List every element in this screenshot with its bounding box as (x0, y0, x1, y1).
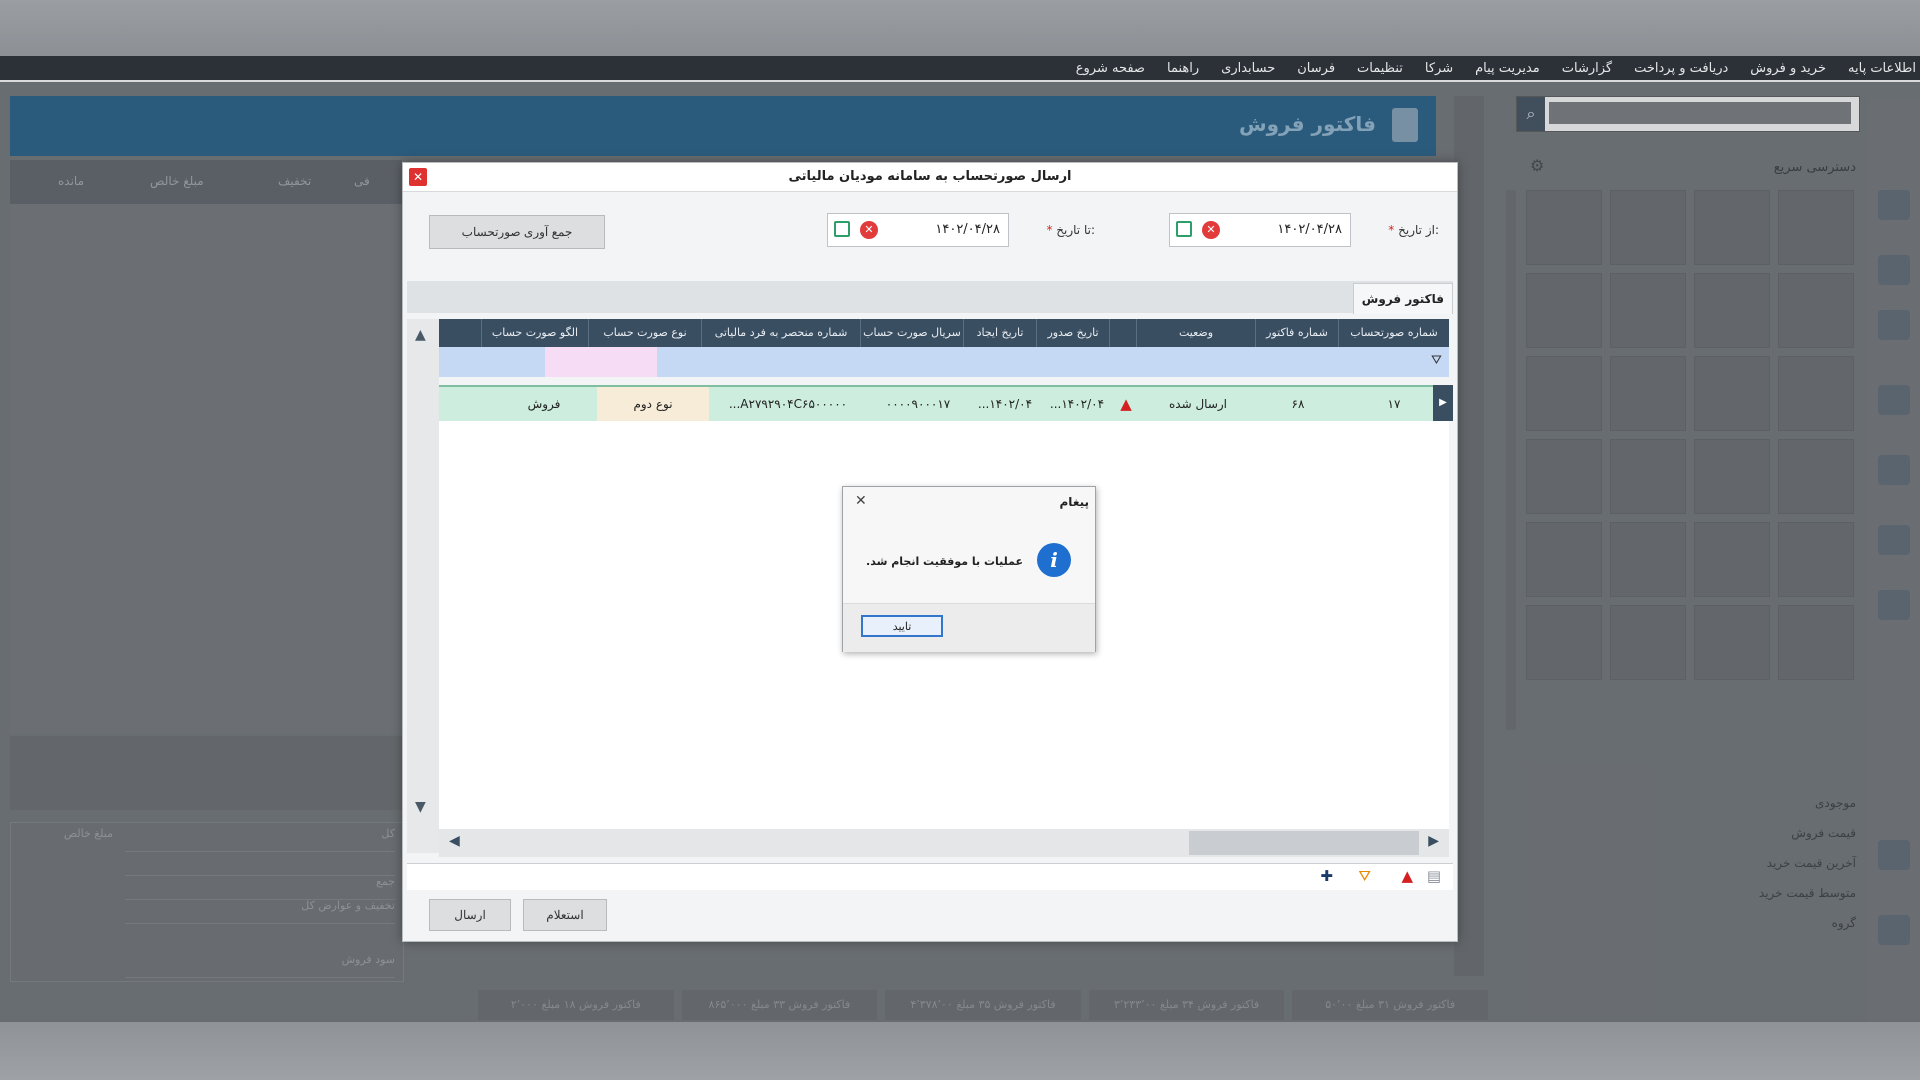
filter-icon[interactable]: ⛛ (1431, 353, 1447, 369)
menu-item-help[interactable]: راهنما (1167, 61, 1199, 76)
close-icon[interactable]: ✕ (855, 493, 867, 509)
tab-sales-invoice[interactable]: فاکتور فروش (1352, 283, 1453, 314)
table-row[interactable]: ۱۷ ۶۸ ارسال شده ▲ ...۱۴۰۲/۰۴ ...۱۴۰۲/۰۴ … (439, 385, 1449, 421)
cell-serial: ۰۰۰۰۹۰۰۰۱۷ (885, 397, 951, 411)
from-date-label: * از تاریخ: (1388, 223, 1439, 237)
calendar-icon[interactable] (834, 221, 850, 237)
close-icon[interactable]: ✕ (409, 168, 427, 186)
grid-toolbar: ▤ ▲ ⛛ ✚ (407, 863, 1453, 890)
cell-tax-id: ...A۲۷۹۲۹۰۴C۶۵۰۰۰۰۰ (728, 397, 848, 411)
filter-icon[interactable]: ⛛ (1358, 867, 1371, 885)
menu-item-reports[interactable]: گزارشات (1562, 61, 1612, 76)
from-date-field[interactable]: ۱۴۰۲/۰۴/۲۸ ✕ (1169, 213, 1351, 247)
col-tax-id[interactable]: شماره منحصر به فرد مالیاتی (701, 319, 860, 347)
scroll-down-icon[interactable]: ▼ (415, 799, 426, 815)
to-date-label: * تا تاریخ: (1046, 223, 1095, 237)
cell-create-date: ...۱۴۰۲/۰۴ (977, 397, 1033, 411)
inquiry-button[interactable]: استعلام (523, 899, 607, 931)
export-icon[interactable]: ▤ (1427, 867, 1441, 885)
info-icon: i (1037, 543, 1071, 577)
to-date-field[interactable]: ۱۴۰۲/۰۴/۲۸ ✕ (827, 213, 1009, 247)
clear-icon[interactable]: ✕ (1202, 221, 1220, 239)
col-invoice-type[interactable]: نوع صورت حساب (588, 319, 701, 347)
warning-icon[interactable]: ▲ (1401, 867, 1413, 885)
filter-cell[interactable] (545, 347, 657, 377)
col-status[interactable]: وضعیت (1136, 319, 1255, 347)
menu-item-start-page[interactable]: صفحه شروع (1076, 61, 1145, 76)
message-text: عملیات با موفقیت انجام شد. (866, 555, 1023, 568)
scroll-thumb[interactable] (1189, 831, 1419, 855)
menu-item-accounting[interactable]: حسابداری (1221, 61, 1275, 76)
collect-invoices-button[interactable]: جمع آوری صورتحساب (429, 215, 605, 249)
to-date-value: ۱۴۰۲/۰۴/۲۸ (935, 222, 1000, 237)
col-serial[interactable]: سریال صورت حساب (860, 319, 963, 347)
cell-invoice-pattern: فروش (527, 397, 561, 411)
tab-strip: فاکتور فروش (407, 281, 1453, 314)
dialog-title: ارسال صورتحساب به سامانه مودیان مالیاتی (788, 169, 1072, 184)
scroll-left-icon[interactable]: ◀ (449, 833, 460, 849)
grid-filter-row[interactable]: ⛛ (439, 347, 1449, 377)
send-button[interactable]: ارسال (429, 899, 511, 931)
col-warning[interactable] (1109, 319, 1136, 347)
menu-item-settings[interactable]: تنظیمات (1357, 61, 1403, 76)
calendar-icon[interactable] (1176, 221, 1192, 237)
scroll-right-icon[interactable]: ▶ (1428, 833, 1439, 849)
message-dialog: پیغام ✕ i عملیات با موفقیت انجام شد. تای… (842, 486, 1096, 652)
menu-item-messages[interactable]: مدیریت پیام (1475, 61, 1540, 76)
bottom-band (0, 1022, 1920, 1080)
pin-icon[interactable]: ✚ (1320, 867, 1333, 885)
menu-item-farsan[interactable]: فرسان (1297, 61, 1335, 76)
message-title: پیغام (1059, 495, 1089, 509)
ok-button[interactable]: تایید (861, 615, 943, 637)
top-band (0, 0, 1920, 58)
menu-item-receive-pay[interactable]: دریافت و پرداخت (1634, 61, 1728, 76)
cell-factor-number: ۶۸ (1291, 397, 1305, 411)
cell-issue-date: ...۱۴۰۲/۰۴ (1049, 397, 1105, 411)
col-create-date[interactable]: تاریخ ایجاد (963, 319, 1036, 347)
menu-item-buy-sell[interactable]: خرید و فروش (1750, 61, 1826, 76)
col-invoice-number[interactable]: شماره صورتحساب (1338, 319, 1449, 347)
menu-bar: اطلاعات پایه خرید و فروش دریافت و پرداخت… (0, 56, 1920, 82)
warning-icon[interactable]: ▲ (1113, 387, 1139, 421)
cell-invoice-type: نوع دوم (597, 387, 709, 421)
scroll-up-icon[interactable]: ▲ (415, 327, 426, 343)
menu-item-base-info[interactable]: اطلاعات پایه (1848, 61, 1916, 76)
col-issue-date[interactable]: تاریخ صدور (1036, 319, 1109, 347)
from-date-value: ۱۴۰۲/۰۴/۲۸ (1277, 222, 1342, 237)
menu-item-partners[interactable]: شرکا (1425, 61, 1453, 76)
grid-header: شماره صورتحساب شماره فاکتور وضعیت تاریخ … (439, 319, 1449, 347)
clear-icon[interactable]: ✕ (860, 221, 878, 239)
col-factor-number[interactable]: شماره فاکتور (1255, 319, 1338, 347)
grid-horizontal-scroll[interactable]: ◀ ▶ (439, 829, 1449, 857)
row-selector-icon[interactable]: ▶ (1433, 385, 1453, 421)
dialog-titlebar: ارسال صورتحساب به سامانه مودیان مالیاتی … (403, 163, 1457, 192)
col-invoice-pattern[interactable]: الگو صورت حساب (481, 319, 588, 347)
cell-status: ارسال شده (1168, 397, 1227, 411)
grid-vertical-scroll[interactable]: ▲ (407, 319, 439, 853)
